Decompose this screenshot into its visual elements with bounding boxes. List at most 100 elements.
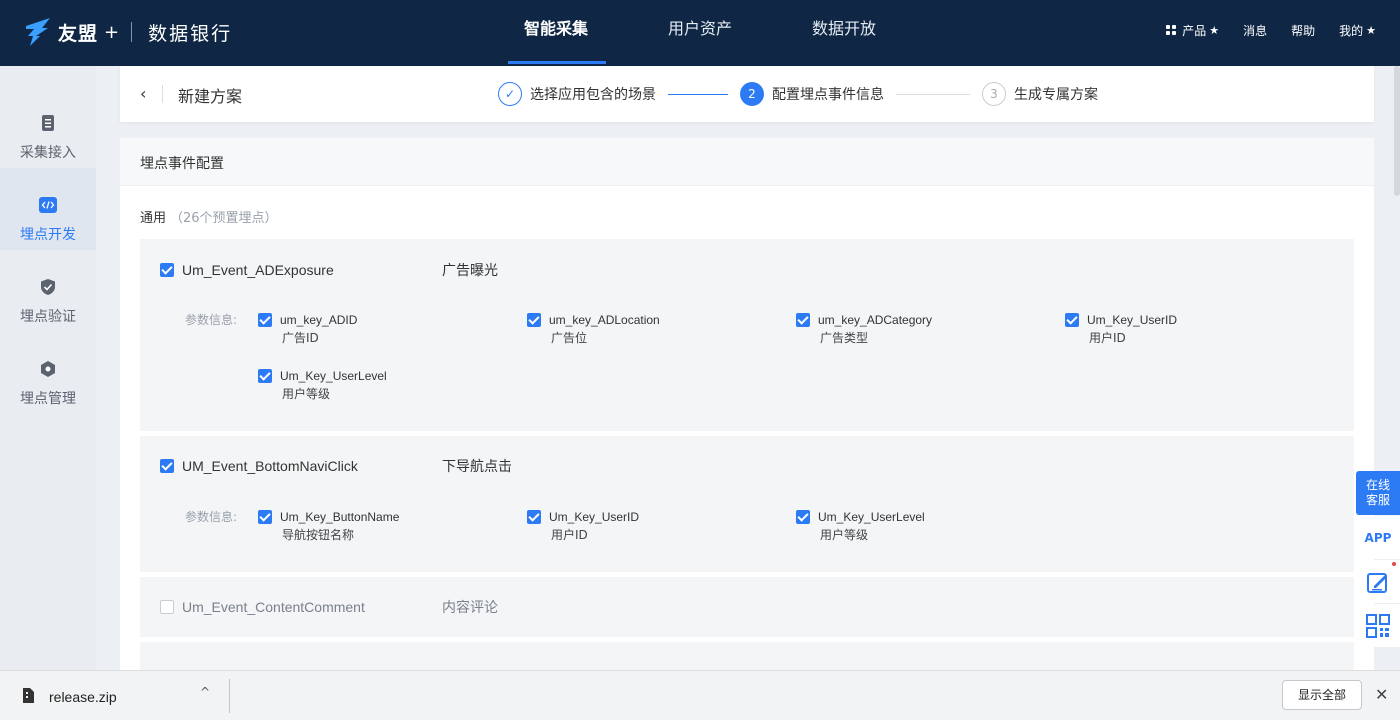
sidebar: 采集接入 埋点开发 埋点验证 埋点管理 <box>0 66 96 670</box>
qrcode-icon <box>1366 613 1390 638</box>
close-icon[interactable]: ✕ <box>1375 685 1388 704</box>
online-service-button[interactable]: 在线 客服 <box>1356 471 1400 515</box>
brand-divider <box>131 22 133 42</box>
page-scrollbar[interactable] <box>1394 66 1400 196</box>
step-1-label: 选择应用包含的场景 <box>530 87 656 103</box>
event-config-panel: 埋点事件配置 通用 （26个预置埋点） Um_Event_ADExposure 广… <box>120 138 1374 670</box>
param-cn: 用户等级 <box>282 387 331 401</box>
page-title: 新建方案 <box>178 87 243 106</box>
event-card: UM_Event_BottomNaviClick 下导航点击 参数信息: Um_… <box>140 436 1354 572</box>
event-card: Um_Event_ContentComment 内容评论 <box>140 577 1354 637</box>
param-key: Um_Key_UserID <box>1087 313 1178 327</box>
param-label: 参数信息: <box>185 313 238 327</box>
param-cn: 用户ID <box>551 528 588 542</box>
sidebar-item-tracking-verify[interactable]: 埋点验证 <box>0 250 96 332</box>
qrcode-button[interactable] <box>1356 604 1400 647</box>
step-3-number: 3 <box>982 82 1006 106</box>
umeng-logo-icon <box>26 18 50 46</box>
event-key: Um_Event_ADExposure <box>182 262 334 278</box>
online-service-label: 在线 客服 <box>1365 478 1390 507</box>
star-icon: ★ <box>1366 23 1376 37</box>
edit-icon <box>1367 572 1387 593</box>
step-1-check-icon: ✓ <box>498 82 522 106</box>
step-3-label: 生成专属方案 <box>1014 87 1098 103</box>
event-card <box>140 642 1354 670</box>
param-key: Um_Key_UserID <box>549 510 640 524</box>
group-title: 通用 （26个预置埋点） <box>140 211 278 226</box>
param-key: um_key_ADID <box>280 313 358 327</box>
event-cn-name: 内容评论 <box>442 600 498 616</box>
nav-item-smart-collect[interactable]: 智能采集 <box>508 0 652 66</box>
sidebar-item-tracking-dev[interactable]: 埋点开发 <box>0 168 96 250</box>
sidebar-item-tracking-manage[interactable]: 埋点管理 <box>0 332 96 414</box>
param-item: Um_Key_UserID 用户ID <box>527 508 639 544</box>
floating-tool-rail: 在线 客服 APP <box>1356 471 1400 647</box>
param-item: um_key_ADCategory 广告类型 <box>796 311 932 347</box>
param-checkbox[interactable] <box>527 510 541 524</box>
app-button[interactable]: APP <box>1356 516 1400 559</box>
param-checkbox[interactable] <box>258 369 272 383</box>
step-connector <box>668 93 728 95</box>
event-key: Um_Event_ContentComment <box>182 599 365 615</box>
brand[interactable]: 友盟 + 数据银行 <box>24 14 232 50</box>
event-checkbox[interactable] <box>160 263 174 277</box>
param-item: um_key_ADLocation 广告位 <box>527 311 660 347</box>
event-header: Um_Event_ContentComment 内容评论 <box>160 597 498 617</box>
param-cn: 用户ID <box>1089 331 1126 345</box>
product-name: 数据银行 <box>148 22 233 45</box>
event-header: Um_Event_ADExposure 广告曝光 <box>160 260 498 280</box>
shield-check-icon <box>41 279 55 295</box>
help-link[interactable]: 帮助 <box>1291 22 1315 39</box>
event-cn-name: 广告曝光 <box>442 263 498 279</box>
param-cn: 广告位 <box>551 331 588 345</box>
divider <box>229 679 230 713</box>
param-checkbox[interactable] <box>258 510 272 524</box>
event-header: UM_Event_BottomNaviClick 下导航点击 <box>160 456 512 476</box>
download-bar: release.zip ^ 显示全部 ✕ <box>0 670 1400 720</box>
event-checkbox[interactable] <box>160 459 174 473</box>
event-checkbox[interactable] <box>160 600 174 614</box>
event-key: UM_Event_BottomNaviClick <box>182 458 358 474</box>
main-nav: 智能采集 用户资产 数据开放 <box>508 0 940 66</box>
param-checkbox[interactable] <box>258 313 272 327</box>
notification-dot <box>1392 562 1396 566</box>
show-all-button[interactable]: 显示全部 <box>1282 680 1362 710</box>
nav-item-data-open[interactable]: 数据开放 <box>796 0 940 66</box>
param-checkbox[interactable] <box>527 313 541 327</box>
param-item: um_key_ADID 广告ID <box>258 311 357 347</box>
param-cn: 广告类型 <box>820 331 869 345</box>
star-icon: ★ <box>1209 23 1220 37</box>
param-key: Um_Key_UserLevel <box>818 510 925 524</box>
messages-link[interactable]: 消息 <box>1243 22 1267 39</box>
param-checkbox[interactable] <box>796 313 810 327</box>
param-label: 参数信息: <box>185 510 238 524</box>
products-menu[interactable]: 产品 ★ <box>1166 22 1219 39</box>
param-key: um_key_ADCategory <box>818 313 933 327</box>
grid-icon <box>1166 25 1177 35</box>
param-item: Um_Key_UserLevel 用户等级 <box>796 508 925 544</box>
chevron-up-icon[interactable]: ^ <box>200 685 210 699</box>
sidebar-item-collect-access[interactable]: 采集接入 <box>0 86 96 168</box>
download-file-name[interactable]: release.zip <box>49 689 117 705</box>
feedback-button[interactable] <box>1356 560 1400 603</box>
event-cn-name: 下导航点击 <box>442 459 512 475</box>
divider <box>162 85 163 103</box>
step-connector <box>896 93 970 95</box>
code-icon <box>39 197 57 213</box>
document-icon <box>42 115 54 131</box>
param-item: Um_Key_UserID 用户ID <box>1065 311 1177 347</box>
param-cn: 用户等级 <box>820 528 869 542</box>
top-toolbar: 产品 ★ 消息 帮助 我的 ★ <box>1142 0 1376 60</box>
nav-item-user-assets[interactable]: 用户资产 <box>652 0 796 66</box>
param-key: Um_Key_ButtonName <box>280 510 400 524</box>
param-checkbox[interactable] <box>1065 313 1079 327</box>
step-2-number: 2 <box>740 82 764 106</box>
back-icon[interactable]: ‹ <box>140 84 160 104</box>
param-checkbox[interactable] <box>796 510 810 524</box>
top-nav-bar: 友盟 + 数据银行 智能采集 用户资产 数据开放 产品 ★ 消息 帮助 我的 ★ <box>0 0 1400 66</box>
event-card: Um_Event_ADExposure 广告曝光 参数信息: um_key_AD… <box>140 239 1354 431</box>
my-account-menu[interactable]: 我的 ★ <box>1339 22 1376 39</box>
step-2-label: 配置埋点事件信息 <box>772 87 884 103</box>
wizard-header: ‹ 新建方案 ✓ 选择应用包含的场景 2 配置埋点事件信息 3 生成专属方案 <box>120 66 1374 122</box>
param-key: um_key_ADLocation <box>549 313 660 327</box>
